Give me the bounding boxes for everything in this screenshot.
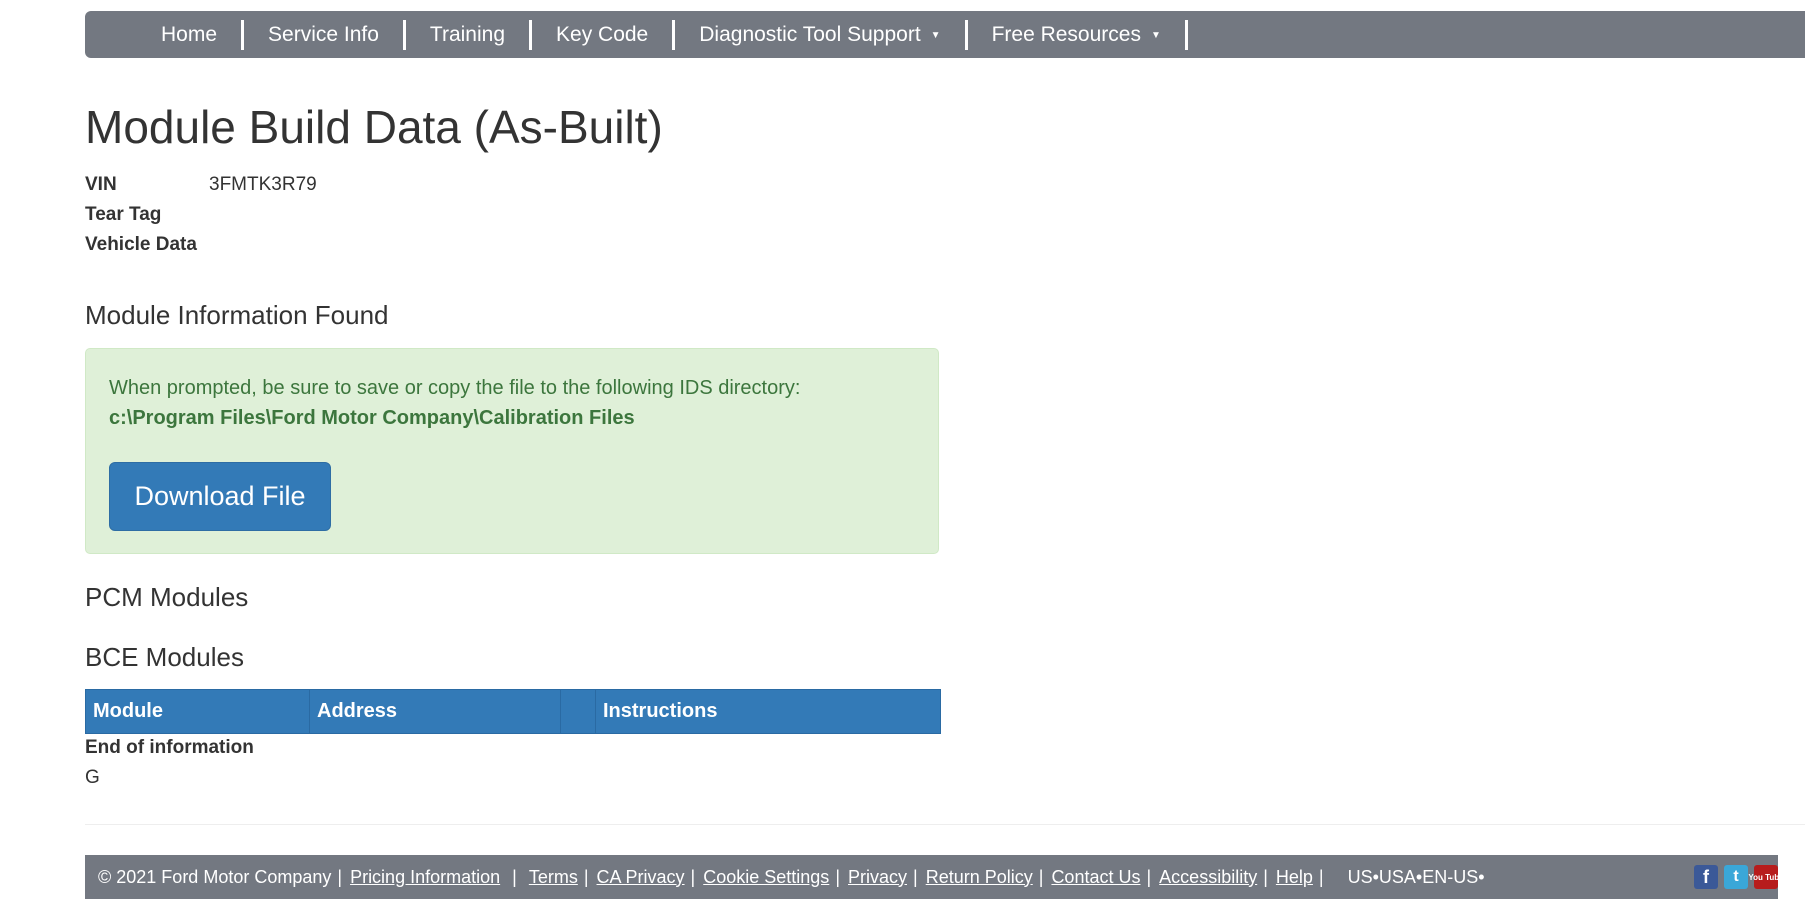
column-instructions: Instructions (595, 689, 941, 734)
end-of-information: End of information (85, 737, 254, 758)
nav-key-code-label: Key Code (556, 22, 649, 46)
nav-diagnostic-tool-support-label: Diagnostic Tool Support (699, 22, 921, 46)
footer-separator: | (913, 866, 918, 887)
footer-divider (85, 824, 1805, 825)
page-title: Module Build Data (As-Built) (85, 101, 663, 153)
footer-separator: | (835, 866, 840, 887)
caret-down-icon: ▼ (1150, 30, 1161, 41)
download-file-button[interactable]: Download File (109, 462, 331, 531)
pcm-modules-heading: PCM Modules (85, 582, 249, 612)
footer-separator: | (1318, 866, 1324, 887)
nav-separator (1184, 19, 1188, 50)
nav-home[interactable]: Home (161, 23, 241, 47)
footer-separator: | (1263, 866, 1268, 887)
top-nav: Home Service Info Training Key Code Diag… (85, 11, 1805, 58)
footer-link-cookie-settings[interactable]: Cookie Settings (703, 867, 829, 888)
facebook-icon[interactable]: f (1694, 865, 1718, 889)
nav-free-resources[interactable]: Free Resources ▼ (968, 23, 1185, 47)
vin-row: VIN 3FMTK3R79 (85, 170, 324, 200)
bce-modules-heading: BCE Modules (85, 642, 244, 672)
footer-link-contact-us[interactable]: Contact Us (1051, 867, 1140, 888)
youtube-icon[interactable]: You Tube (1748, 865, 1784, 889)
vehicle-data-label: Vehicle Data (85, 234, 197, 255)
footer-separator: | (583, 866, 589, 887)
nav-free-resources-label: Free Resources (991, 22, 1141, 46)
alert-instruction: When prompted, be sure to save or copy t… (109, 377, 801, 399)
nav-service-info-label: Service Info (268, 22, 379, 46)
nav-home-label: Home (161, 22, 218, 46)
locale-indicator: US•USA•EN-US• (1347, 866, 1485, 887)
footer-links: © 2021 Ford Motor Company | Pricing Info… (85, 867, 1485, 888)
success-alert: When prompted, be sure to save or copy t… (85, 348, 939, 554)
nav-training[interactable]: Training (406, 23, 529, 47)
nav-key-code[interactable]: Key Code (532, 23, 672, 47)
alert-directory-path: c:\Program Files\Ford Motor Company\Cali… (109, 407, 635, 429)
nav-diagnostic-tool-support[interactable]: Diagnostic Tool Support ▼ (675, 23, 964, 47)
nav-training-label: Training (429, 22, 506, 46)
twitter-icon[interactable]: t (1724, 865, 1748, 889)
copyright: © 2021 Ford Motor Company (98, 866, 332, 887)
footer-link-help[interactable]: Help (1276, 867, 1313, 888)
vin-label: VIN (85, 174, 117, 195)
module-info-heading: Module Information Found (85, 300, 389, 330)
caret-down-icon: ▼ (930, 30, 941, 41)
nav-items: Home Service Info Training Key Code Diag… (161, 11, 1188, 58)
footer-link-privacy[interactable]: Privacy (848, 867, 907, 888)
table-header-row: Module Address Instructions (85, 689, 941, 734)
footer-separator: | (1146, 866, 1152, 887)
trailing-text: G (85, 767, 100, 788)
footer-link-terms[interactable]: Terms (529, 867, 578, 888)
footer-link-return-policy[interactable]: Return Policy (926, 867, 1033, 888)
footer-link-pricing-information[interactable]: Pricing Information (350, 867, 500, 888)
footer-separator: | (512, 866, 517, 887)
bce-modules-table: Module Address Instructions (85, 689, 941, 734)
vehicle-data-row: Vehicle Data (85, 230, 324, 260)
nav-service-info[interactable]: Service Info (244, 23, 403, 47)
footer-separator: | (1038, 866, 1044, 887)
social-links: f t You Tube (1688, 865, 1784, 889)
column-address: Address (309, 689, 561, 734)
footer-link-ca-privacy[interactable]: CA Privacy (597, 867, 685, 888)
footer-separator: | (337, 866, 343, 887)
column-module: Module (85, 689, 310, 734)
column-blank (560, 689, 596, 734)
vehicle-info: VIN 3FMTK3R79 Tear Tag Vehicle Data (85, 170, 324, 260)
tear-tag-row: Tear Tag (85, 200, 324, 230)
tear-tag-label: Tear Tag (85, 204, 162, 225)
footer-separator: | (690, 866, 696, 887)
footer-link-accessibility[interactable]: Accessibility (1159, 867, 1257, 888)
footer: © 2021 Ford Motor Company | Pricing Info… (85, 855, 1784, 899)
alert-message: When prompted, be sure to save or copy t… (109, 373, 800, 433)
vin-value: 3FMTK3R79 (209, 174, 317, 195)
